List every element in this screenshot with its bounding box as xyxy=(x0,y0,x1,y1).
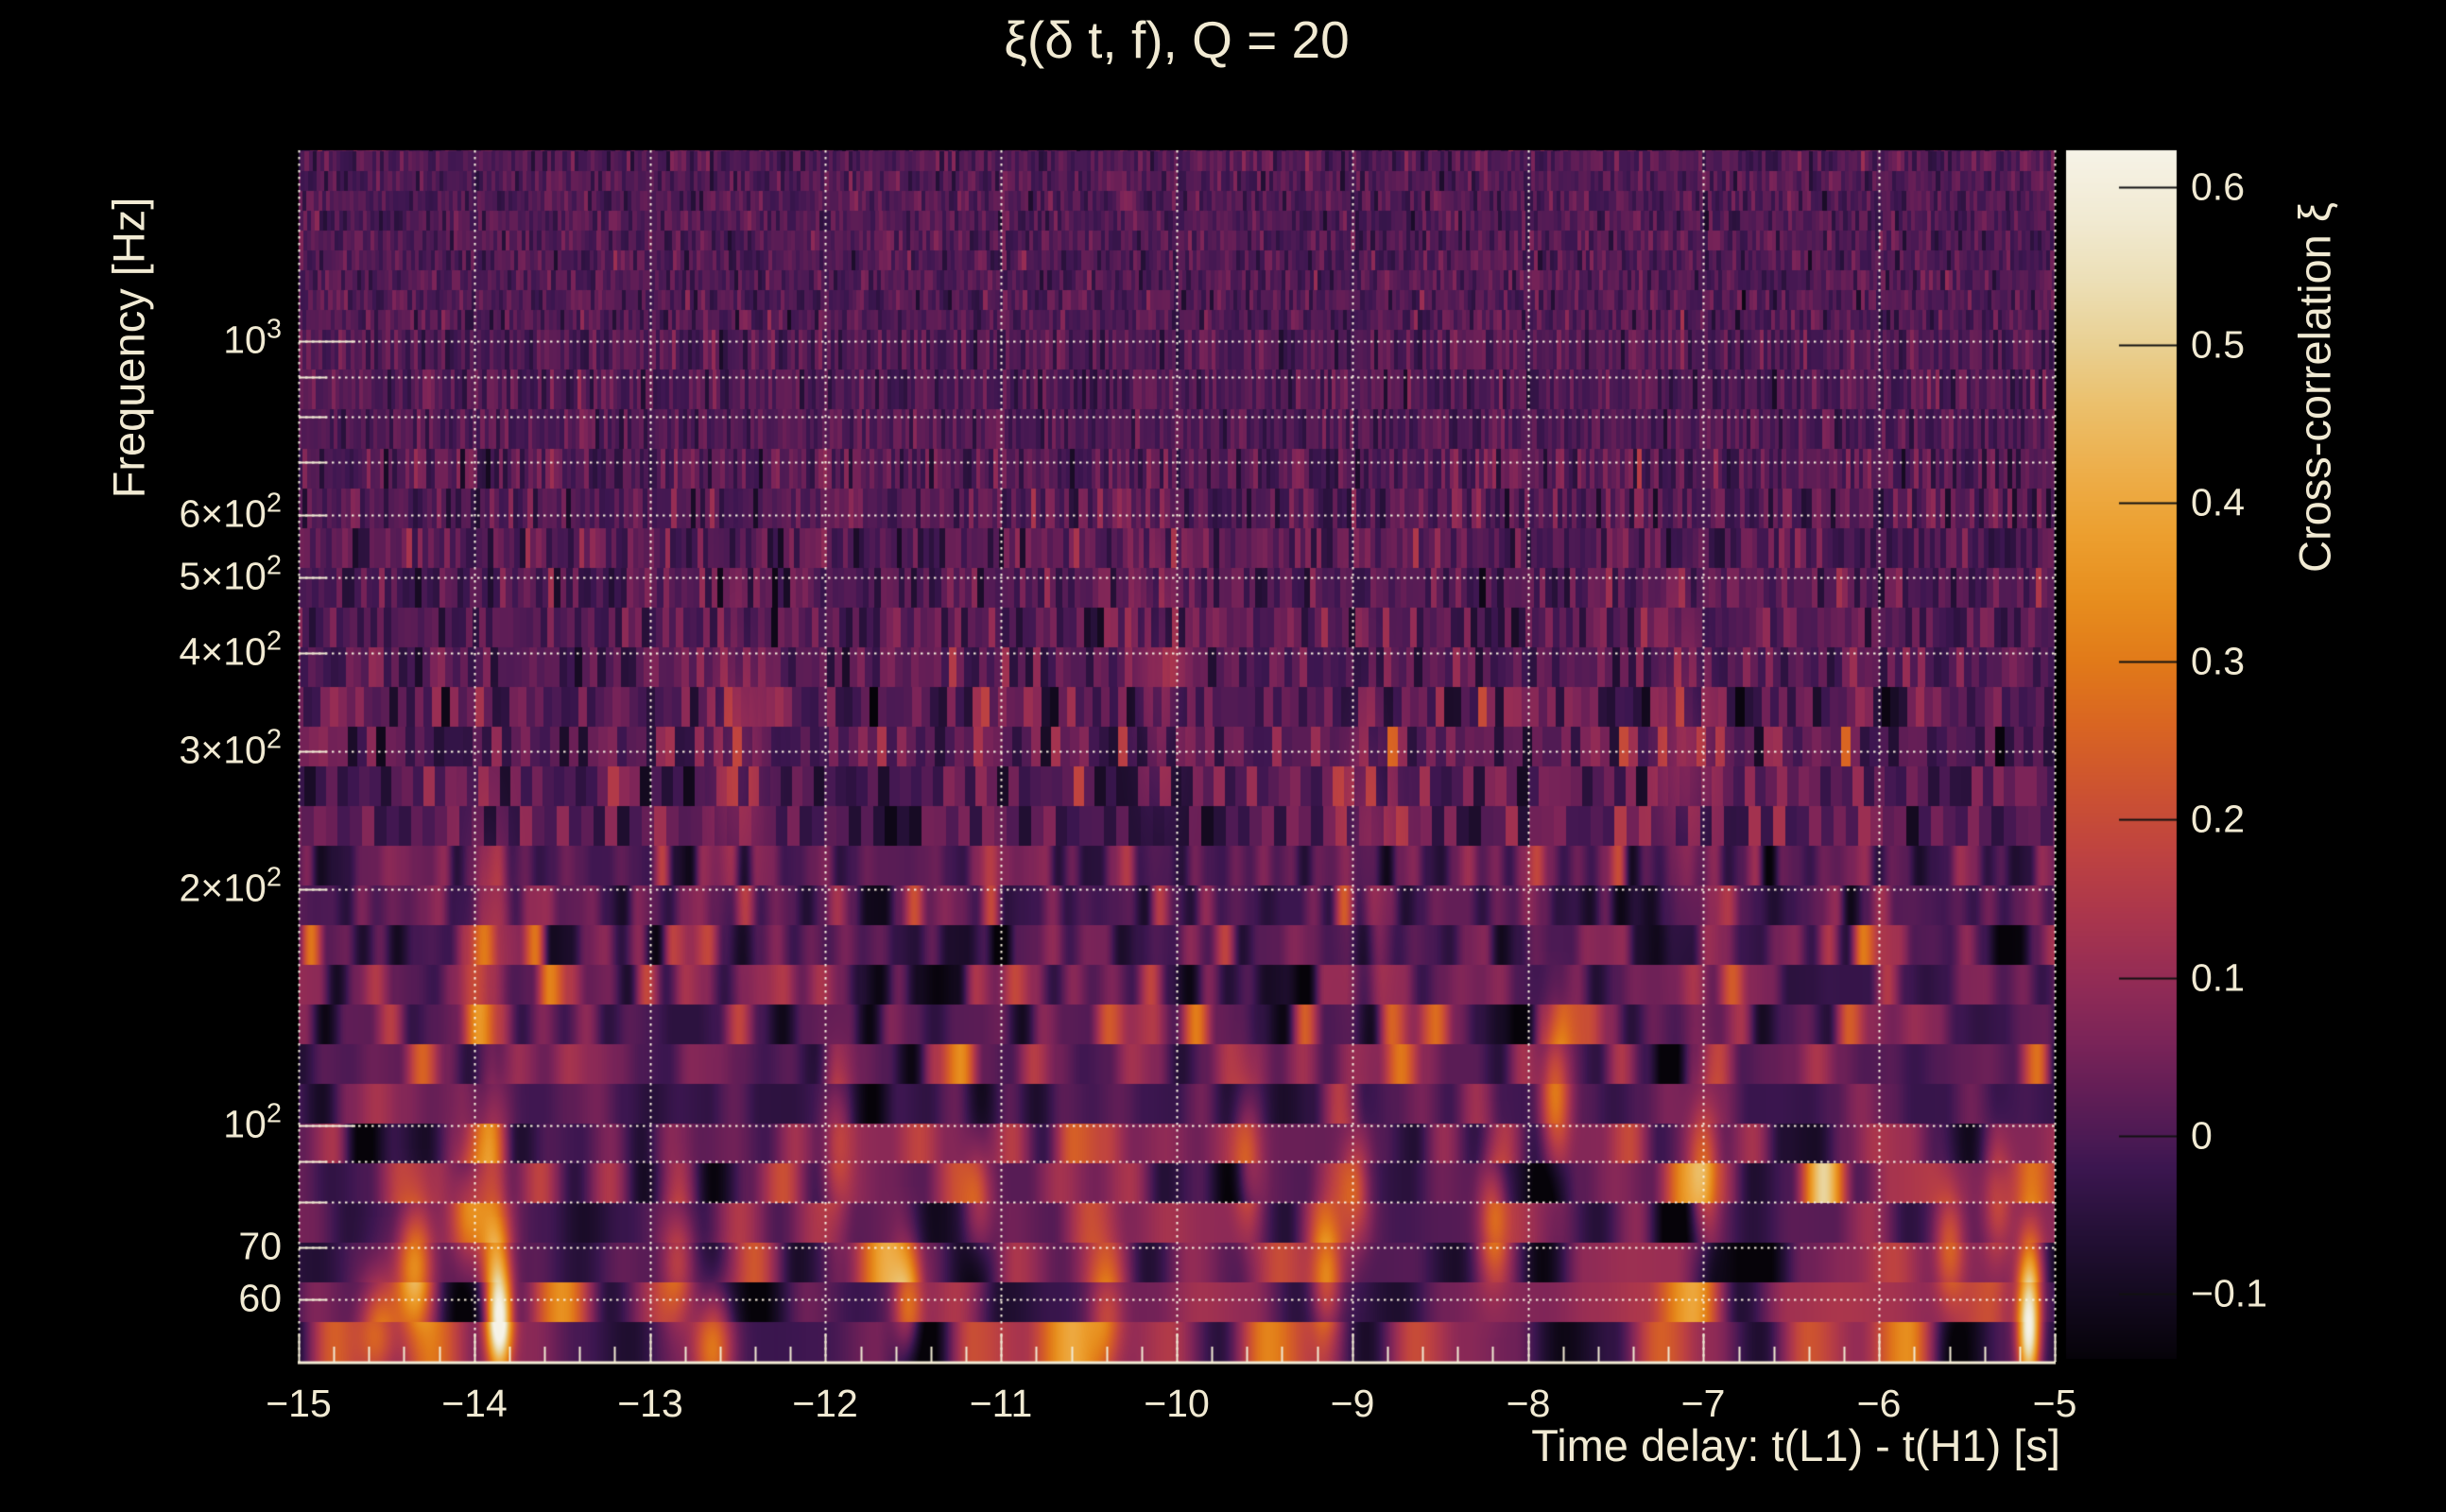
colorbar-tick-label: 0.5 xyxy=(2191,322,2245,367)
x-tick-label: −7 xyxy=(1680,1382,1726,1425)
x-tick-label: −13 xyxy=(617,1382,683,1425)
x-tick-label: −12 xyxy=(792,1382,858,1425)
y-axis-title: Frequency [Hz] xyxy=(103,197,154,499)
colorbar-tick-label: 0.6 xyxy=(2191,164,2245,209)
x-tick-label: −8 xyxy=(1506,1382,1551,1425)
x-tick-label: −5 xyxy=(2032,1382,2077,1425)
qscan-figure: ξ(δ t, f), Q = 20 Frequency [Hz] Time de… xyxy=(0,0,2446,1512)
heatmap-canvas xyxy=(0,0,2446,1512)
y-tick-label: 103 xyxy=(223,314,282,362)
y-tick-label: 6×102 xyxy=(179,488,283,536)
x-tick-label: −9 xyxy=(1330,1382,1375,1425)
colorbar-tick-label: 0.4 xyxy=(2191,480,2245,524)
x-tick-label: −6 xyxy=(1856,1382,1902,1425)
colorbar-tick-label: 0.1 xyxy=(2191,955,2245,1000)
colorbar-tick-label: −0.1 xyxy=(2191,1271,2267,1315)
y-tick-label: 70 xyxy=(238,1224,282,1268)
colorbar-title: Cross-correlation ξ xyxy=(2289,202,2340,573)
x-axis-title: Time delay: t(L1) - t(H1) [s] xyxy=(1531,1420,2060,1470)
y-tick-label: 2×102 xyxy=(179,862,283,910)
x-tick-label: −10 xyxy=(1144,1382,1210,1425)
colorbar-tick-label: 0.2 xyxy=(2191,797,2245,841)
x-tick-label: −15 xyxy=(266,1382,332,1425)
y-tick-label: 3×102 xyxy=(179,724,283,772)
y-tick-label: 4×102 xyxy=(179,626,283,674)
x-tick-label: −14 xyxy=(441,1382,508,1425)
x-tick-label: −11 xyxy=(969,1382,1033,1425)
page-title: ξ(δ t, f), Q = 20 xyxy=(1004,10,1350,69)
colorbar-tick-label: 0.3 xyxy=(2191,639,2245,683)
y-tick-label: 60 xyxy=(238,1276,282,1320)
y-tick-label: 5×102 xyxy=(179,550,283,598)
colorbar-tick-label: 0 xyxy=(2191,1113,2213,1158)
y-tick-label: 102 xyxy=(223,1098,282,1146)
